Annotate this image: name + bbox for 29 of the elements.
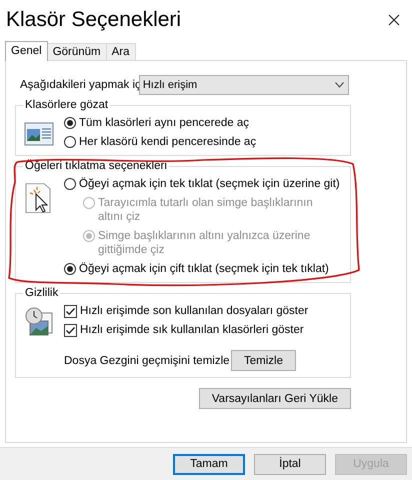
chevron-icon (334, 82, 344, 88)
option-label: Simge başlıklarının altını yalnızca üzerine gittiğimde çiz (98, 229, 312, 257)
option-label: Hızlı erişimde sık kullanılan klasörleri göster (80, 323, 304, 337)
option-label: Hızlı erişimde son kullanılan dosyaları göster (80, 304, 308, 318)
clear-history-label: Dosya Gezgini geçmişini temizle (64, 354, 230, 366)
option-label: Tüm klasörleri aynı pencerede aç (79, 116, 250, 130)
option-label: Öğeyi açmak için tek tıklat (seçmek için üzerine git) (79, 177, 340, 191)
option-label: Öğeyi açmak için çift tıklat (seçmek için tek tıklat) (79, 262, 329, 276)
tab[interactable]: Genel (5, 41, 48, 61)
tab[interactable]: Ara (106, 43, 136, 60)
radio-button[interactable] (64, 117, 76, 129)
radio-button[interactable] (64, 263, 76, 275)
dialog-button[interactable]: İptal (254, 454, 326, 474)
radio-button[interactable] (64, 178, 76, 190)
clear-button[interactable]: Temizle (231, 350, 296, 371)
group-title: Gizlilik (24, 287, 60, 299)
group-title: Klasörlere gözat (24, 99, 110, 111)
restore-defaults-button[interactable]: Varsayılanları Geri Yükle (198, 388, 351, 409)
checkbox[interactable] (64, 305, 77, 318)
group-title: Öğeleri tıklatma seçenekleri (24, 160, 168, 172)
option-label: Her klasörü kendi penceresinde aç (79, 135, 256, 149)
radio-button[interactable] (64, 136, 76, 148)
dropdown[interactable]: Hızlı erişim (138, 75, 349, 95)
close-icon[interactable] (388, 14, 400, 26)
dialog-button[interactable]: Tamam (173, 454, 245, 474)
option-label: Tarayıcımla tutarlı olan simge başlıklarının altını çiz (98, 196, 314, 224)
tab[interactable]: Görünüm (46, 43, 107, 60)
checkbox[interactable] (64, 324, 77, 337)
window-title: Klasör Seçenekleri (6, 8, 182, 32)
